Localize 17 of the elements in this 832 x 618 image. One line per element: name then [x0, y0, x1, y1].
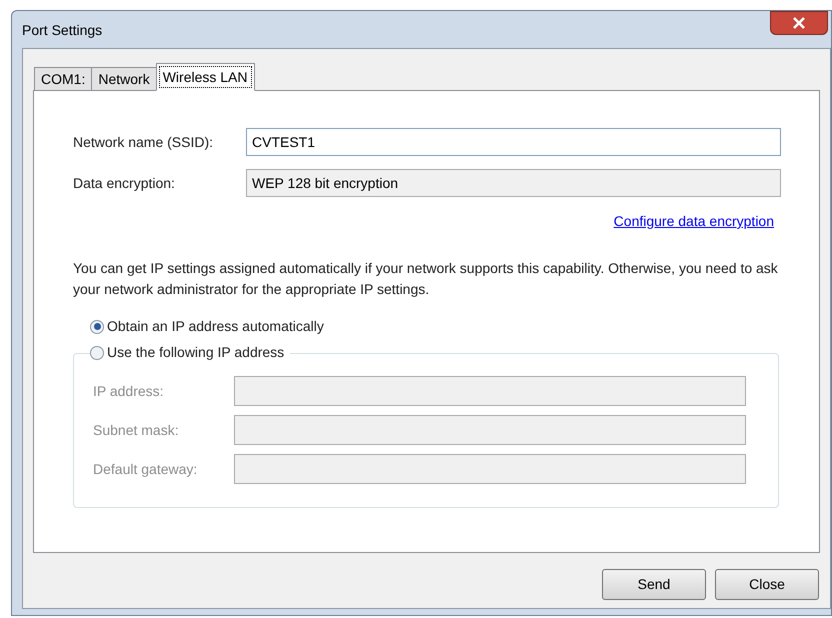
- description-text: You can get IP settings assigned automatically if your network supports this capability. Otherwise, you need to ask your network administrator for the appropriate IP settings.: [73, 259, 779, 299]
- field-label: Network name (SSID):: [73, 132, 214, 152]
- dialog-button[interactable]: Send: [602, 569, 706, 600]
- dialog-button[interactable]: Close: [715, 569, 819, 600]
- tab[interactable]: COM1:: [34, 67, 92, 91]
- field-label: IP address:: [93, 382, 165, 400]
- tab[interactable]: Wireless LAN: [156, 63, 254, 91]
- configure-encryption-link[interactable]: Configure data encryption: [614, 211, 774, 232]
- text-field[interactable]: CVTEST1: [246, 128, 781, 156]
- field-label: Subnet mask:: [93, 420, 180, 440]
- window-title: Port Settings: [22, 21, 102, 40]
- close-icon: [792, 17, 806, 29]
- field-label: Default gateway:: [93, 460, 198, 479]
- tab[interactable]: Network: [91, 67, 157, 91]
- text-field[interactable]: WEP 128 bit encryption: [246, 169, 781, 197]
- field-label: Data encryption:: [73, 174, 176, 193]
- close-button[interactable]: [770, 11, 828, 35]
